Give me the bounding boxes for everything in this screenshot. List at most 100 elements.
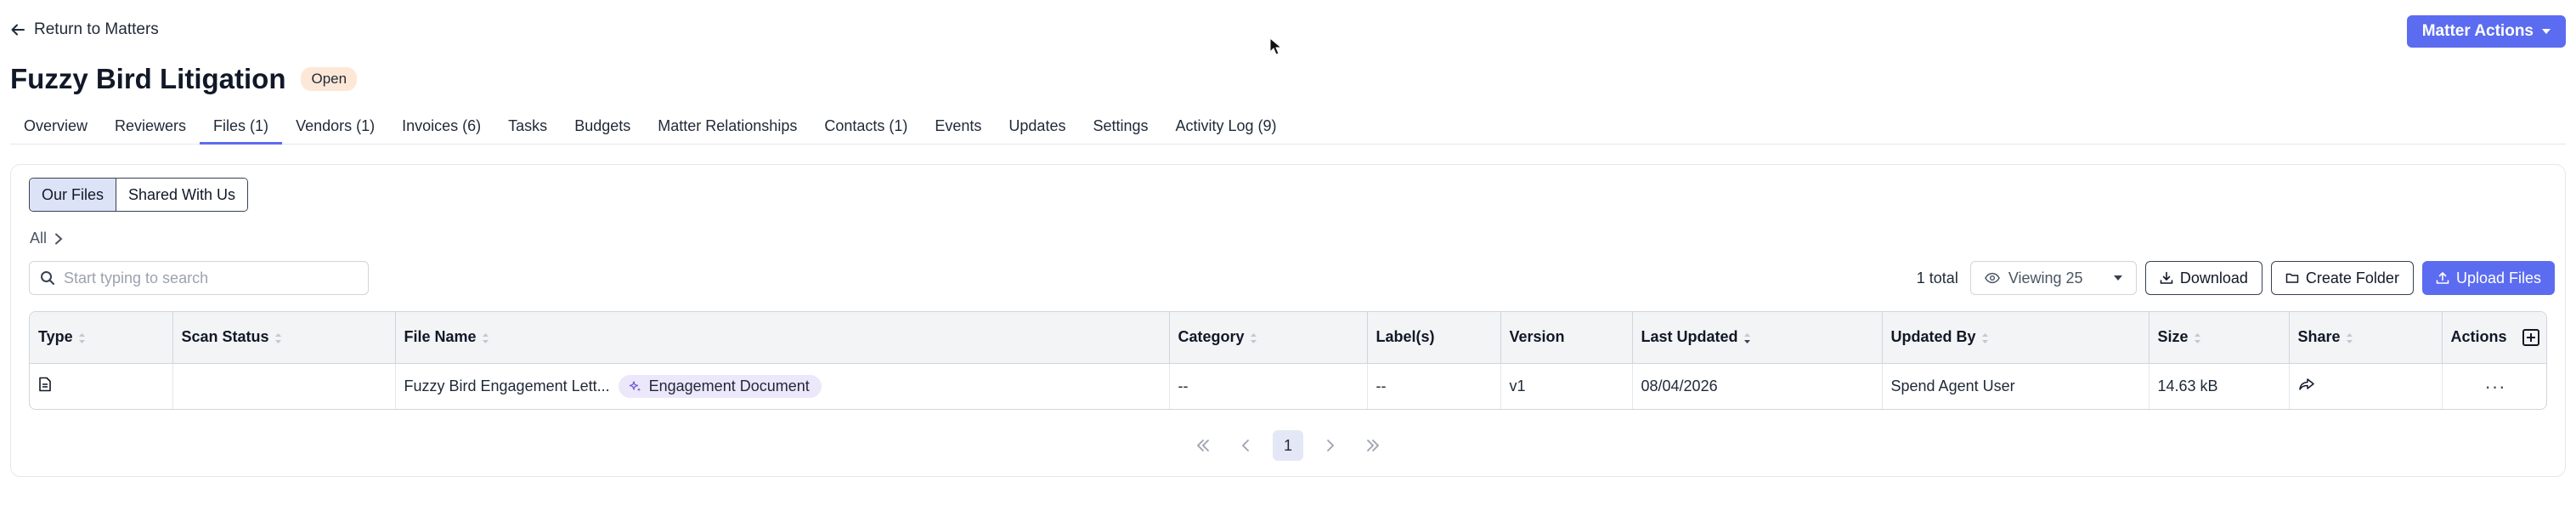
column-header-version: Version bbox=[1500, 312, 1633, 364]
column-header-size[interactable]: Size bbox=[2149, 312, 2290, 364]
tab-files[interactable]: Files (1) bbox=[200, 111, 283, 145]
column-header-updated-by[interactable]: Updated By bbox=[1882, 312, 2149, 364]
cell-share bbox=[2289, 363, 2443, 409]
tab-contacts[interactable]: Contacts (1) bbox=[811, 111, 921, 145]
tab-reviewers[interactable]: Reviewers bbox=[101, 111, 200, 145]
cell-last-updated: 08/04/2026 bbox=[1632, 363, 1883, 409]
chevron-right-icon bbox=[1327, 440, 1335, 451]
column-header-scan-status[interactable]: Scan Status bbox=[172, 312, 396, 364]
tab-overview[interactable]: Overview bbox=[10, 111, 101, 145]
document-icon bbox=[39, 377, 51, 392]
sort-icon bbox=[274, 332, 281, 343]
matter-actions-button[interactable]: Matter Actions bbox=[2406, 15, 2566, 48]
matter-tabs: Overview Reviewers Files (1) Vendors (1)… bbox=[10, 111, 2566, 145]
tab-tasks[interactable]: Tasks bbox=[494, 111, 561, 145]
last-page-button[interactable] bbox=[1358, 430, 1388, 461]
sort-icon bbox=[2194, 332, 2200, 343]
tab-budgets[interactable]: Budgets bbox=[561, 111, 644, 145]
column-header-last-updated[interactable]: Last Updated bbox=[1632, 312, 1883, 364]
previous-page-button[interactable] bbox=[1230, 430, 1261, 461]
cell-version: v1 bbox=[1500, 363, 1633, 409]
mouse-pointer-icon bbox=[1269, 37, 1283, 55]
sort-icon bbox=[2346, 332, 2353, 343]
breadcrumb-all: All bbox=[30, 230, 48, 247]
page-1-button[interactable]: 1 bbox=[1273, 430, 1303, 461]
cell-size: 14.63 kB bbox=[2149, 363, 2290, 409]
sort-descending-icon bbox=[1743, 332, 1750, 343]
tab-vendors[interactable]: Vendors (1) bbox=[282, 111, 388, 145]
table-header-row: Type Scan Status File Name Category Labe… bbox=[30, 312, 2546, 364]
sort-icon bbox=[1250, 332, 1257, 343]
return-to-matters-link[interactable]: Return to Matters bbox=[10, 20, 159, 39]
arrow-left-icon bbox=[11, 24, 25, 36]
first-page-button[interactable] bbox=[1188, 430, 1218, 461]
cell-type bbox=[30, 363, 173, 409]
column-header-share[interactable]: Share bbox=[2289, 312, 2443, 364]
pagination: 1 bbox=[11, 430, 2565, 461]
tab-invoices[interactable]: Invoices (6) bbox=[388, 111, 494, 145]
matter-actions-label: Matter Actions bbox=[2421, 22, 2534, 40]
page-title: Fuzzy Bird Litigation bbox=[10, 63, 286, 94]
category-chip-label: Engagement Document bbox=[648, 377, 810, 395]
files-table: Type Scan Status File Name Category Labe… bbox=[29, 311, 2547, 410]
column-header-type[interactable]: Type bbox=[30, 312, 173, 364]
add-column-icon[interactable] bbox=[2522, 328, 2539, 346]
cell-labels: -- bbox=[1367, 363, 1501, 409]
more-actions-button[interactable]: ··· bbox=[2485, 376, 2506, 397]
download-icon bbox=[2160, 271, 2173, 284]
sparkle-icon bbox=[629, 381, 641, 392]
our-files-button[interactable]: Our Files bbox=[30, 179, 117, 211]
total-count: 1 total bbox=[1916, 269, 1958, 287]
return-to-matters-label: Return to Matters bbox=[34, 20, 159, 38]
tab-events[interactable]: Events bbox=[921, 111, 995, 145]
column-header-category[interactable]: Category bbox=[1169, 312, 1368, 364]
search-input[interactable] bbox=[64, 269, 358, 287]
caret-down-icon bbox=[2113, 275, 2122, 281]
cell-updated-by: Spend Agent User bbox=[1882, 363, 2149, 409]
column-header-file-name[interactable]: File Name bbox=[395, 312, 1170, 364]
chevrons-right-icon bbox=[1367, 440, 1380, 451]
page-size-select[interactable]: Viewing 25 bbox=[1969, 261, 2137, 295]
tab-activity-log[interactable]: Activity Log (9) bbox=[1162, 111, 1291, 145]
tab-matter-relationships[interactable]: Matter Relationships bbox=[644, 111, 811, 145]
tab-settings[interactable]: Settings bbox=[1079, 111, 1161, 145]
files-panel: Our Files Shared With Us All 1 total Vie… bbox=[10, 164, 2566, 477]
column-header-actions: Actions bbox=[2442, 312, 2546, 364]
tab-updates[interactable]: Updates bbox=[995, 111, 1079, 145]
page-size-label: Viewing 25 bbox=[2008, 269, 2083, 287]
upload-icon bbox=[2436, 272, 2449, 284]
search-icon bbox=[41, 271, 54, 285]
column-header-labels: Label(s) bbox=[1367, 312, 1501, 364]
category-chip: Engagement Document bbox=[618, 375, 822, 399]
next-page-button[interactable] bbox=[1315, 430, 1346, 461]
file-name-link[interactable]: Fuzzy Bird Engagement Lett... bbox=[404, 377, 610, 395]
create-folder-button[interactable]: Create Folder bbox=[2270, 261, 2414, 295]
sort-icon bbox=[78, 332, 85, 343]
shared-with-us-button[interactable]: Shared With Us bbox=[116, 179, 248, 211]
sort-icon bbox=[482, 332, 489, 343]
cell-file-name: Fuzzy Bird Engagement Lett... Engagement… bbox=[395, 363, 1170, 409]
sort-icon bbox=[1981, 332, 1988, 343]
chevrons-left-icon bbox=[1196, 440, 1209, 451]
breadcrumb[interactable]: All bbox=[30, 230, 64, 247]
download-label: Download bbox=[2179, 269, 2248, 287]
chevron-right-icon bbox=[55, 233, 63, 244]
files-scope-toggle: Our Files Shared With Us bbox=[29, 178, 249, 212]
create-folder-label: Create Folder bbox=[2305, 269, 2399, 287]
chevron-left-icon bbox=[1241, 440, 1249, 451]
download-button[interactable]: Download bbox=[2144, 261, 2262, 295]
upload-files-button[interactable]: Upload Files bbox=[2421, 261, 2555, 295]
cell-scan-status bbox=[172, 363, 396, 409]
upload-files-label: Upload Files bbox=[2455, 269, 2541, 287]
eye-icon bbox=[1984, 272, 2000, 284]
cell-category: -- bbox=[1169, 363, 1368, 409]
files-toolbar: 1 total Viewing 25 Download Create Folde… bbox=[1917, 261, 2555, 295]
folder-icon bbox=[2285, 273, 2299, 283]
cell-actions: ··· bbox=[2442, 363, 2546, 409]
search-box bbox=[29, 261, 369, 295]
title-row: Fuzzy Bird Litigation Open bbox=[10, 63, 358, 95]
table-row[interactable]: Fuzzy Bird Engagement Lett... Engagement… bbox=[30, 363, 2546, 409]
share-icon[interactable] bbox=[2298, 377, 2315, 391]
caret-down-icon bbox=[2542, 29, 2551, 34]
status-badge: Open bbox=[301, 67, 358, 91]
